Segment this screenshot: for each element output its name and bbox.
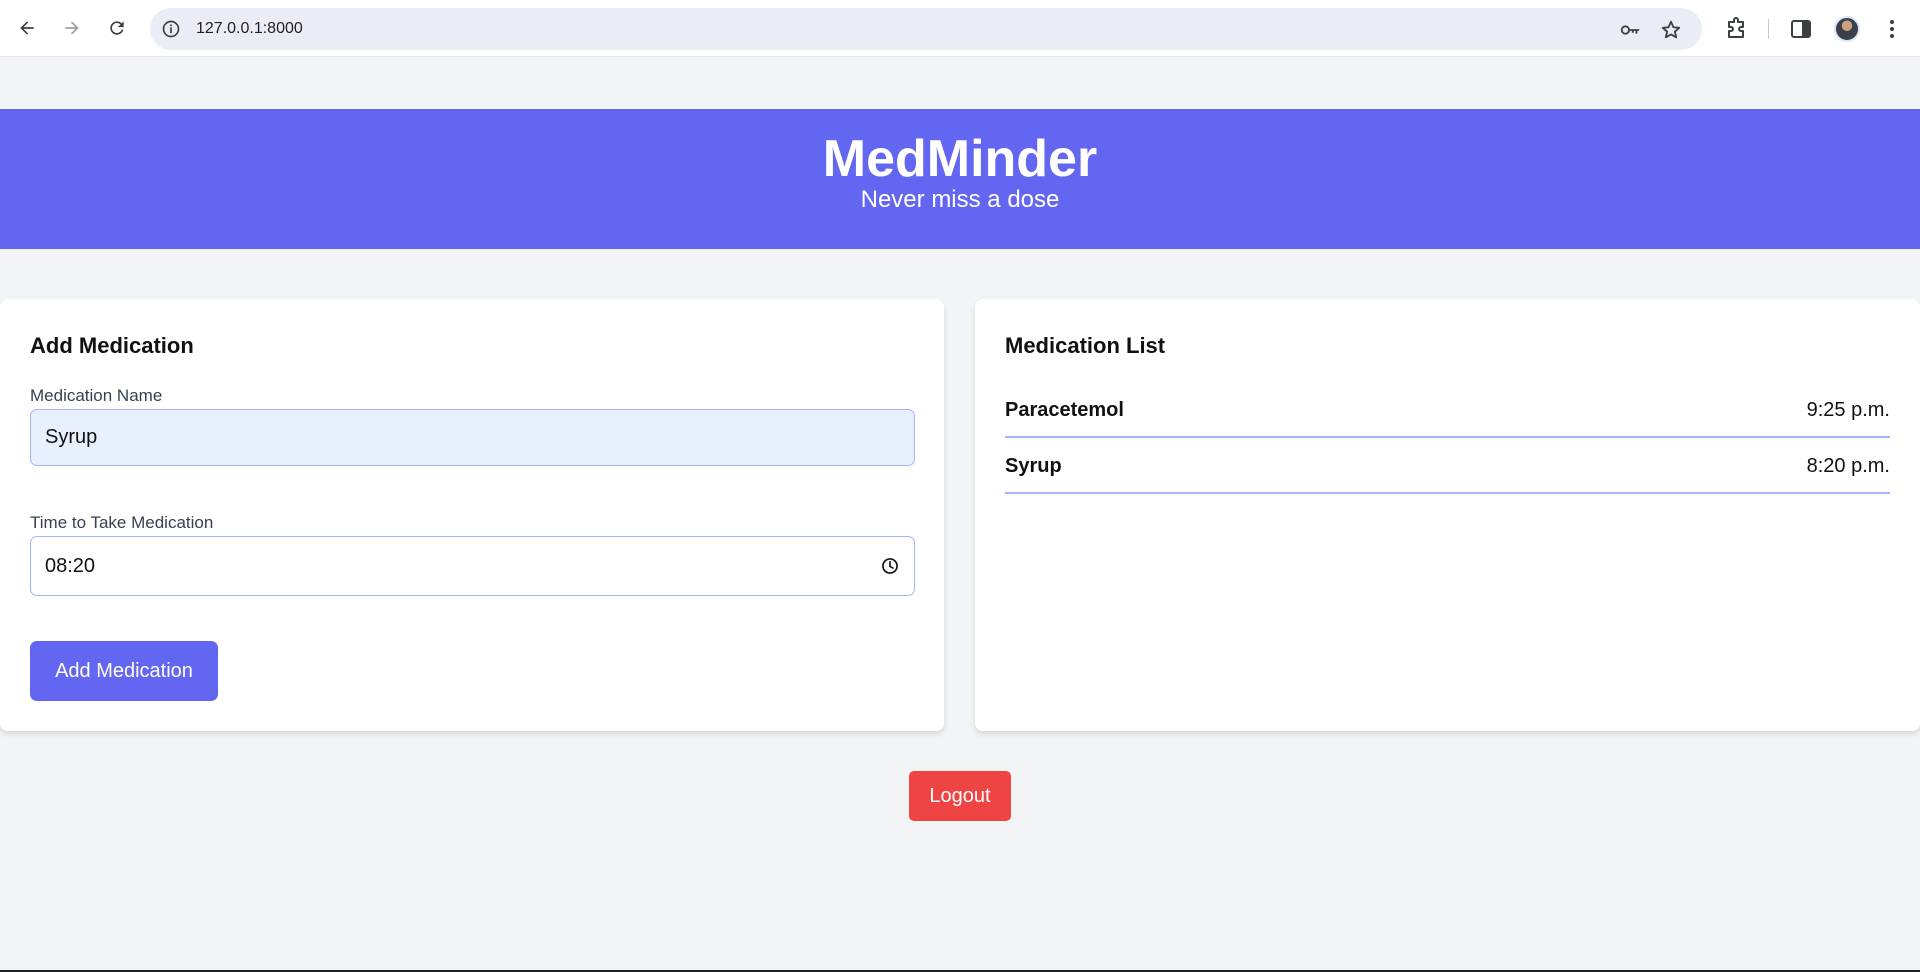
medication-time-input[interactable]: 08:20 xyxy=(30,536,915,596)
clock-icon[interactable] xyxy=(880,556,900,576)
medication-name-label: Medication Name xyxy=(30,386,163,405)
medication-name-value: Syrup xyxy=(45,426,98,448)
password-key-icon[interactable] xyxy=(1619,19,1641,41)
site-info-icon[interactable] xyxy=(161,19,181,39)
profile-avatar[interactable] xyxy=(1834,16,1860,42)
list-item: Paracetemol 9:25 p.m. xyxy=(1005,382,1890,438)
back-arrow-icon[interactable] xyxy=(11,12,43,44)
add-medication-card: Add Medication Medication Name Syrup Tim… xyxy=(0,299,944,731)
logout-button[interactable]: Logout xyxy=(909,771,1011,821)
extensions-icon[interactable] xyxy=(1724,17,1748,41)
add-medication-heading: Add Medication xyxy=(30,333,194,358)
medication-list-heading: Medication List xyxy=(1005,333,1166,358)
address-bar[interactable]: 127.0.0.1:8000 xyxy=(150,8,1702,50)
medication-item-name: Paracetemol xyxy=(1005,398,1124,421)
medication-item-time: 8:20 p.m. xyxy=(1806,454,1890,477)
forward-arrow-icon[interactable] xyxy=(56,12,88,44)
medication-time-value: 08:20 xyxy=(45,554,96,577)
browser-toolbar: 127.0.0.1:8000 xyxy=(0,0,1920,57)
medication-list-card: Medication List Paracetemol 9:25 p.m. Sy… xyxy=(975,299,1920,731)
reload-icon[interactable] xyxy=(101,12,133,44)
add-medication-button[interactable]: Add Medication xyxy=(30,641,218,701)
app-title: MedMinder xyxy=(822,130,1098,188)
toolbar-divider xyxy=(1768,19,1769,39)
bookmark-star-icon[interactable] xyxy=(1660,19,1682,41)
list-item: Syrup 8:20 p.m. xyxy=(1005,438,1890,494)
url-text: 127.0.0.1:8000 xyxy=(196,20,303,37)
header-banner: MedMinder Never miss a dose xyxy=(0,109,1920,249)
side-panel-icon[interactable] xyxy=(1789,17,1813,41)
medication-name-input[interactable]: Syrup xyxy=(30,409,915,466)
medication-time-label: Time to Take Medication xyxy=(30,513,214,532)
medication-item-name: Syrup xyxy=(1005,454,1062,477)
app-tagline: Never miss a dose xyxy=(860,186,1060,213)
medication-item-time: 9:25 p.m. xyxy=(1806,398,1890,421)
menu-dots-icon[interactable] xyxy=(1880,17,1904,41)
